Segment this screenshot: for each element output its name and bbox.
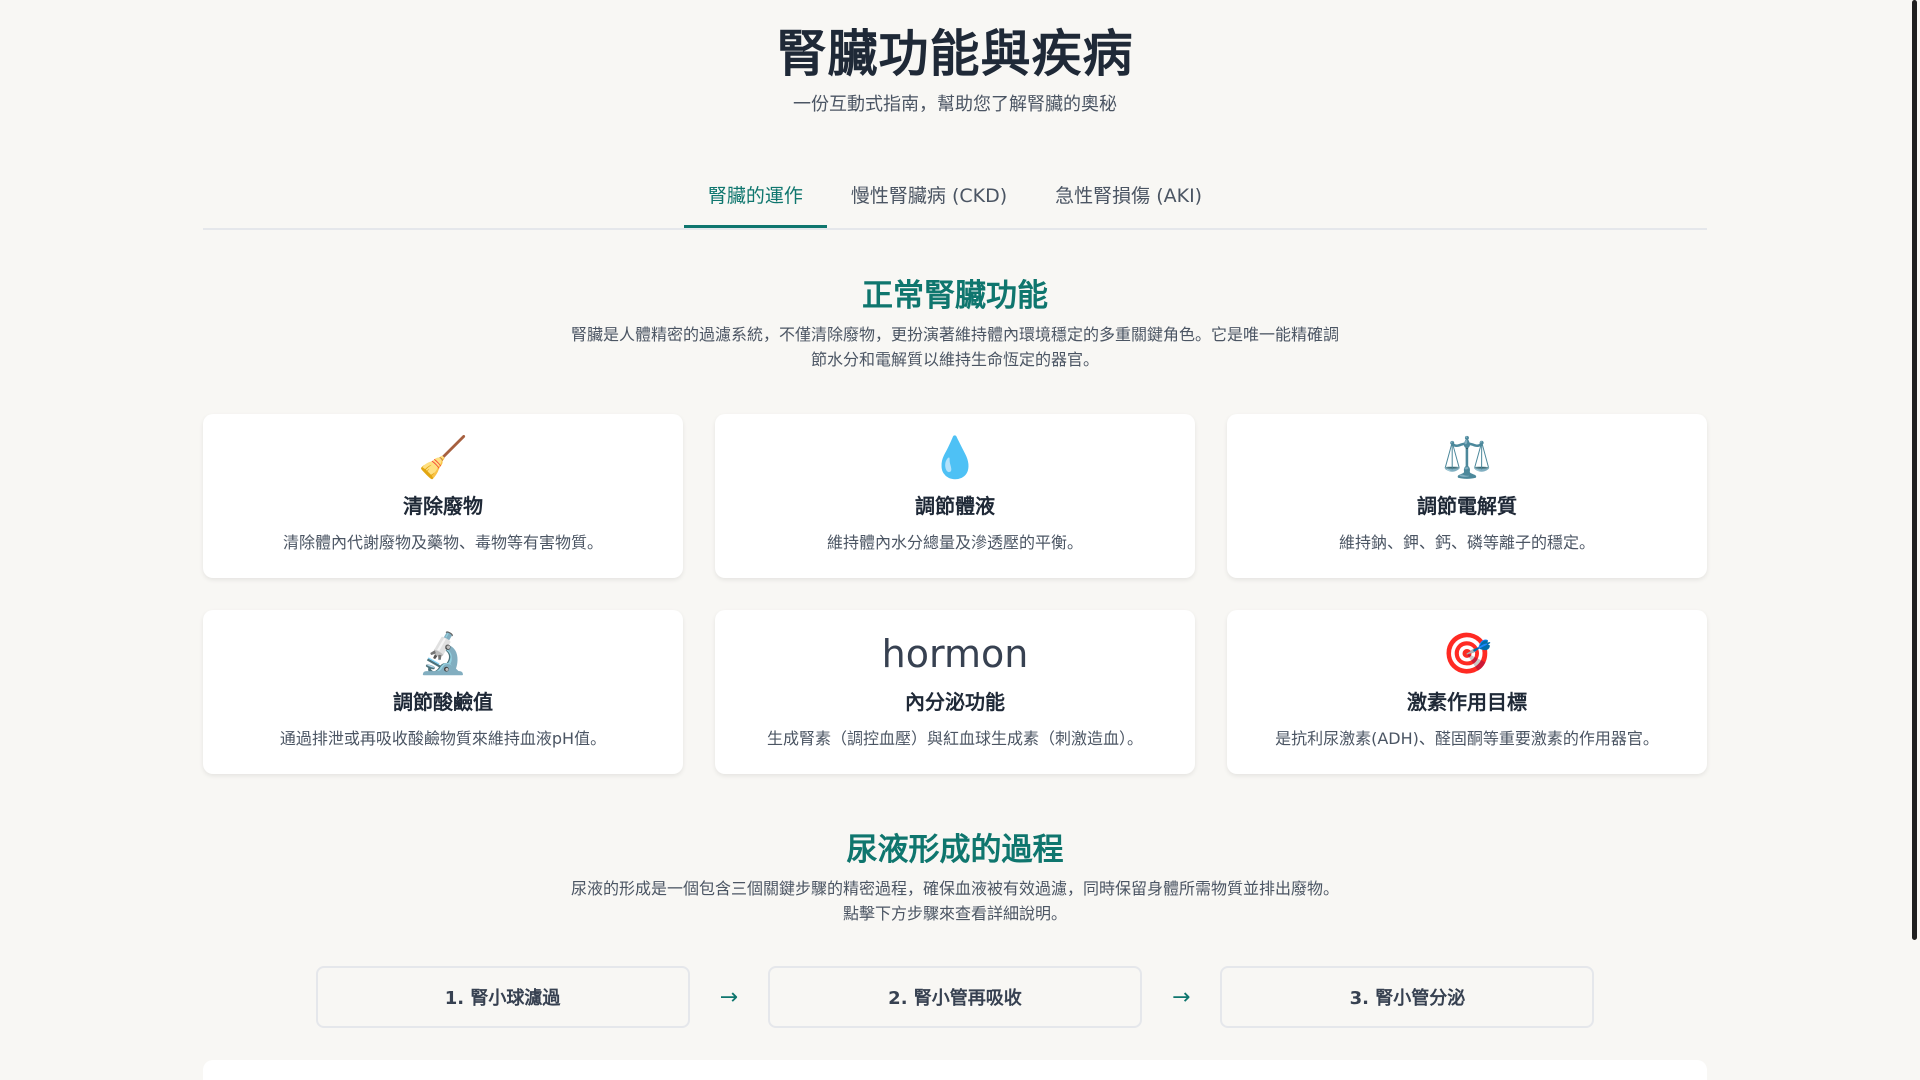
main-container: 腎臟功能與疾病 一份互動式指南，幫助您了解腎臟的奧秘 腎臟的運作 慢性腎臟病 (…: [203, 0, 1707, 1080]
microscope-icon: 🔬: [418, 631, 468, 677]
function-card-endocrine: hormon 內分泌功能 生成腎素（調控血壓）與紅血球生成素（刺激造血）。: [715, 610, 1195, 774]
page: 腎臟功能與疾病 一份互動式指南，幫助您了解腎臟的奧秘 腎臟的運作 慢性腎臟病 (…: [0, 0, 1920, 1080]
arrow-right-icon: →: [719, 984, 738, 1010]
function-card-hormone-target: 🎯 激素作用目標 是抗利尿激素(ADH)、醛固酮等重要激素的作用器官。: [1227, 610, 1707, 774]
target-icon: 🎯: [1442, 631, 1492, 677]
card-desc: 通過排泄或再吸收酸鹼物質來維持血液pH值。: [279, 729, 607, 748]
card-desc: 是抗利尿激素(ADH)、醛固酮等重要激素的作用器官。: [1275, 729, 1659, 748]
page-title: 腎臟功能與疾病: [776, 25, 1134, 83]
urine-desc-line1: 尿液的形成是一個包含三個關鍵步驟的精密過程，確保血液被有效過濾，同時保留身體所需…: [570, 879, 1339, 898]
card-desc: 維持鈉、鉀、鈣、磷等離子的穩定。: [1338, 533, 1595, 552]
tab-bar: 腎臟的運作 慢性腎臟病 (CKD) 急性腎損傷 (AKI): [203, 168, 1707, 230]
function-card-electrolyte: ⚖️ 調節電解質 維持鈉、鉀、鈣、磷等離子的穩定。: [1227, 414, 1707, 578]
step-detail-panel: [203, 1060, 1707, 1080]
tab-kidney-function[interactable]: 腎臟的運作: [683, 168, 827, 228]
scrollbar-thumb[interactable]: [1912, 0, 1917, 940]
card-desc: 維持體內水分總量及滲透壓的平衡。: [826, 533, 1083, 552]
card-title: 調節電解質: [1417, 494, 1517, 518]
step-button-reabsorption[interactable]: 2. 腎小管再吸收: [768, 966, 1142, 1028]
broom-icon: 🧹: [418, 435, 468, 481]
arrow-right-icon: →: [1172, 984, 1191, 1010]
tab-aki[interactable]: 急性腎損傷 (AKI): [1031, 168, 1226, 228]
function-card-waste: 🧹 清除廢物 清除體內代謝廢物及藥物、毒物等有害物質。: [203, 414, 683, 578]
card-title: 調節酸鹼值: [393, 690, 493, 714]
function-card-fluid: 💧 調節體液 維持體內水分總量及滲透壓的平衡。: [715, 414, 1195, 578]
section-desc-urine-formation: 尿液的形成是一個包含三個關鍵步驟的精密過程，確保血液被有效過濾，同時保留身體所需…: [505, 876, 1405, 926]
card-title: 調節體液: [915, 494, 995, 518]
step-button-secretion[interactable]: 3. 腎小管分泌: [1220, 966, 1595, 1028]
section-desc-normal-function: 腎臟是人體精密的過濾系統，不僅清除廢物，更扮演著維持體內環境穩定的多重關鍵角色。…: [570, 325, 1339, 369]
scrollbar[interactable]: [1906, 0, 1920, 1080]
urine-desc-line2: 點擊下方步驟來查看詳細說明。: [842, 904, 1067, 923]
card-desc: 清除體內代謝廢物及藥物、毒物等有害物質。: [282, 533, 603, 552]
section-title-normal-function: 正常腎臟功能: [862, 278, 1048, 314]
card-desc: 生成腎素（調控血壓）與紅血球生成素（刺激造血）。: [766, 729, 1143, 748]
card-title: 激素作用目標: [1407, 690, 1527, 714]
step-button-filtration[interactable]: 1. 腎小球濾過: [315, 966, 690, 1028]
water-drop-icon: 💧: [930, 435, 980, 481]
section-title-urine-formation: 尿液形成的過程: [846, 832, 1064, 868]
page-header: 腎臟功能與疾病 一份互動式指南，幫助您了解腎臟的奧秘: [203, 0, 1707, 116]
card-title: 內分泌功能: [905, 690, 1005, 714]
urine-steps: 1. 腎小球濾過 → 2. 腎小管再吸收 → 3. 腎小管分泌: [203, 966, 1707, 1028]
page-subtitle: 一份互動式指南，幫助您了解腎臟的奧秘: [793, 94, 1117, 115]
function-card-acid-base: 🔬 調節酸鹼值 通過排泄或再吸收酸鹼物質來維持血液pH值。: [203, 610, 683, 774]
function-cards-grid: 🧹 清除廢物 清除體內代謝廢物及藥物、毒物等有害物質。 💧 調節體液 維持體內水…: [203, 414, 1707, 774]
card-title: 清除廢物: [403, 494, 483, 518]
balance-scale-icon: ⚖️: [1442, 435, 1492, 481]
tab-ckd[interactable]: 慢性腎臟病 (CKD): [827, 168, 1031, 228]
hormone-text-icon: hormon: [881, 632, 1029, 676]
